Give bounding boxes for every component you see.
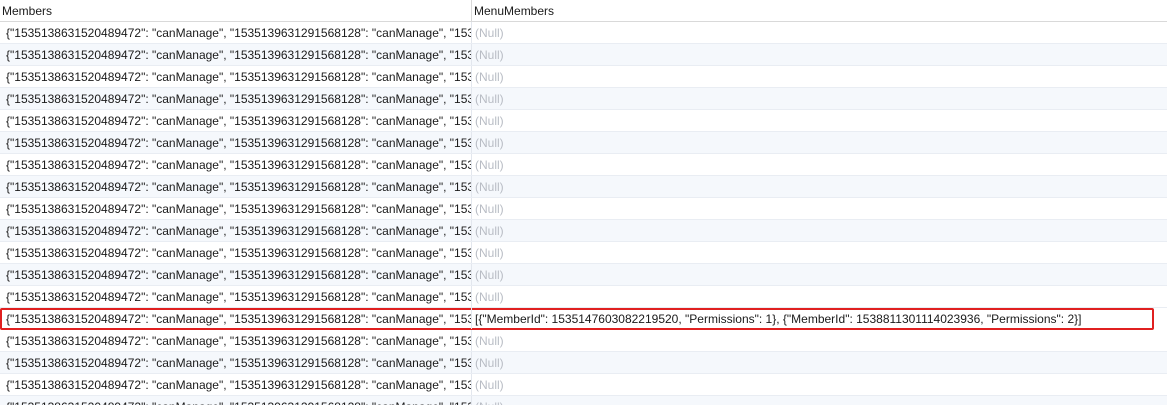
table-row[interactable]: {"1535138631520489472": "canManage", "15… [0, 352, 1167, 374]
column-header-members[interactable]: Members [0, 0, 472, 21]
members-cell[interactable]: {"1535138631520489472": "canManage", "15… [0, 264, 472, 285]
members-cell[interactable]: {"1535138631520489472": "canManage", "15… [0, 374, 472, 395]
menu-members-cell[interactable]: (Null) [472, 242, 1167, 263]
menu-members-cell[interactable]: (Null) [472, 286, 1167, 307]
menu-members-cell[interactable]: (Null) [472, 396, 1167, 405]
column-header-menu-members-label: MenuMembers [474, 4, 555, 18]
members-cell[interactable]: {"1535138631520489472": "canManage", "15… [0, 176, 472, 197]
table-row[interactable]: {"1535138631520489472": "canManage", "15… [0, 264, 1167, 286]
grid-header: Members MenuMembers [0, 0, 1167, 22]
table-row[interactable]: {"1535138631520489472": "canManage", "15… [0, 330, 1167, 352]
menu-members-cell[interactable]: (Null) [472, 66, 1167, 87]
table-row[interactable]: {"1535138631520489472": "canManage", "15… [0, 22, 1167, 44]
table-row[interactable]: {"1535138631520489472": "canManage", "15… [0, 88, 1167, 110]
menu-members-cell[interactable]: (Null) [472, 264, 1167, 285]
column-header-members-label: Members [2, 4, 53, 18]
menu-members-cell[interactable]: (Null) [472, 330, 1167, 351]
menu-members-cell[interactable]: (Null) [472, 220, 1167, 241]
menu-members-cell[interactable]: (Null) [472, 88, 1167, 109]
members-cell[interactable]: {"1535138631520489472": "canManage", "15… [0, 352, 472, 373]
members-cell[interactable]: {"1535138631520489472": "canManage", "15… [0, 44, 472, 65]
highlighted-table-row[interactable]: {"1535138631520489472": "canManage", "15… [0, 308, 1154, 330]
members-cell[interactable]: {"1535138631520489472": "canManage", "15… [0, 154, 472, 175]
menu-members-cell[interactable]: (Null) [472, 176, 1167, 197]
menu-members-cell[interactable]: (Null) [472, 374, 1167, 395]
members-cell[interactable]: {"1535138631520489472": "canManage", "15… [0, 132, 472, 153]
data-grid: Members MenuMembers {"153513863152048947… [0, 0, 1167, 405]
members-cell[interactable]: {"1535138631520489472": "canManage", "15… [0, 22, 472, 43]
menu-members-cell[interactable]: (Null) [472, 44, 1167, 65]
table-row[interactable]: {"1535138631520489472": "canManage", "15… [0, 396, 1167, 405]
members-cell[interactable]: {"1535138631520489472": "canManage", "15… [0, 286, 472, 307]
menu-members-cell[interactable]: (Null) [472, 352, 1167, 373]
table-row[interactable]: {"1535138631520489472": "canManage", "15… [0, 220, 1167, 242]
members-cell[interactable]: {"1535138631520489472": "canManage", "15… [0, 330, 472, 351]
table-row[interactable]: {"1535138631520489472": "canManage", "15… [0, 198, 1167, 220]
table-row[interactable]: {"1535138631520489472": "canManage", "15… [0, 132, 1167, 154]
table-row[interactable]: {"1535138631520489472": "canManage", "15… [0, 66, 1167, 88]
menu-members-cell[interactable]: [{"MemberId": 1535147603082219520, "Perm… [472, 308, 1167, 329]
menu-members-cell[interactable]: (Null) [472, 110, 1167, 131]
menu-members-cell[interactable]: (Null) [472, 22, 1167, 43]
members-cell[interactable]: {"1535138631520489472": "canManage", "15… [0, 66, 472, 87]
members-cell[interactable]: {"1535138631520489472": "canManage", "15… [0, 88, 472, 109]
table-row[interactable]: {"1535138631520489472": "canManage", "15… [0, 154, 1167, 176]
members-cell[interactable]: {"1535138631520489472": "canManage", "15… [0, 198, 472, 219]
members-cell[interactable]: {"1535138631520489472": "canManage", "15… [0, 220, 472, 241]
grid-body: {"1535138631520489472": "canManage", "15… [0, 22, 1167, 405]
table-row[interactable]: {"1535138631520489472": "canManage", "15… [0, 242, 1167, 264]
members-cell[interactable]: {"1535138631520489472": "canManage", "15… [0, 242, 472, 263]
table-row[interactable]: {"1535138631520489472": "canManage", "15… [0, 286, 1167, 308]
table-row[interactable]: {"1535138631520489472": "canManage", "15… [0, 44, 1167, 66]
members-cell[interactable]: {"1535138631520489472": "canManage", "15… [0, 308, 472, 329]
column-header-menu-members[interactable]: MenuMembers [472, 0, 1167, 21]
table-row[interactable]: {"1535138631520489472": "canManage", "15… [0, 110, 1167, 132]
table-row[interactable]: {"1535138631520489472": "canManage", "15… [0, 176, 1167, 198]
members-cell[interactable]: {"1535138631520489472": "canManage", "15… [0, 110, 472, 131]
menu-members-cell[interactable]: (Null) [472, 198, 1167, 219]
members-cell[interactable]: {"1535138631520489472": "canManage", "15… [0, 396, 472, 405]
table-row[interactable]: {"1535138631520489472": "canManage", "15… [0, 374, 1167, 396]
menu-members-cell[interactable]: (Null) [472, 132, 1167, 153]
menu-members-cell[interactable]: (Null) [472, 154, 1167, 175]
